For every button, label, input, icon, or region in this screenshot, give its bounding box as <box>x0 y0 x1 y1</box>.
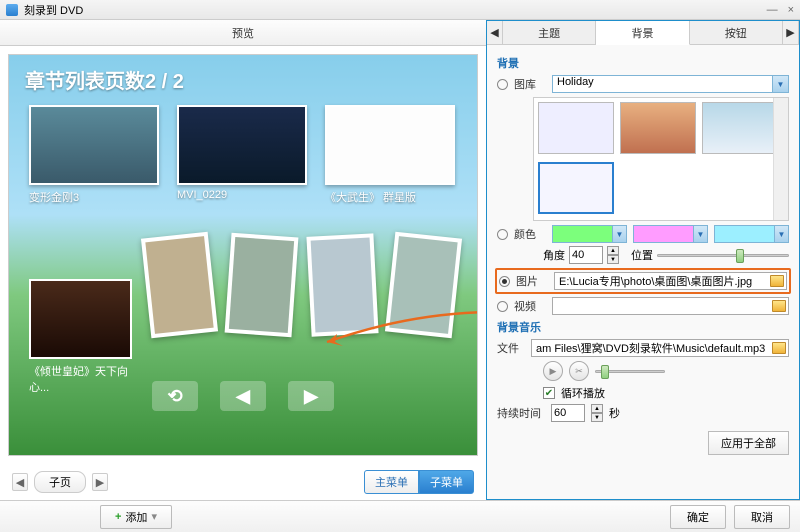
video-path-input[interactable] <box>552 297 789 315</box>
position-slider[interactable] <box>657 248 789 262</box>
angle-down[interactable]: ▼ <box>607 255 619 264</box>
duration-down[interactable]: ▼ <box>591 413 603 422</box>
preview-pane: 章节列表页数2 / 2 变形金刚3 MVI_0229 《大武生》 群星版 《倾世… <box>8 54 478 456</box>
color-label: 颜色 <box>514 226 546 242</box>
minimize-button[interactable]: — <box>767 4 778 16</box>
preview-header: 预览 <box>0 20 486 46</box>
decor-photo <box>141 232 218 338</box>
color-select-1[interactable]: ▼ <box>552 225 627 243</box>
radio-library[interactable] <box>497 79 508 90</box>
tabs-scroll-left[interactable]: ◀ <box>487 21 503 44</box>
video-label: 视频 <box>514 298 546 314</box>
bg-thumb[interactable] <box>620 102 696 154</box>
bg-thumb-selected[interactable] <box>538 162 614 214</box>
scrollbar[interactable] <box>773 98 788 220</box>
chapter-thumb[interactable]: 《大武生》 群星版 <box>325 105 455 205</box>
window-title: 刻录到 DVD <box>24 2 83 18</box>
nav-prev-button[interactable]: ◀ <box>220 381 266 411</box>
folder-icon[interactable] <box>772 342 786 354</box>
music-path-input[interactable]: am Files\狸窝\DVD刻录软件\Music\default.mp3 <box>531 339 789 357</box>
page-title: 章节列表页数2 / 2 <box>25 65 184 94</box>
position-label: 位置 <box>631 247 653 263</box>
play-button[interactable]: ▶ <box>543 361 563 381</box>
trim-button[interactable]: ✂ <box>569 361 589 381</box>
file-label: 文件 <box>497 340 525 356</box>
duration-up[interactable]: ▲ <box>591 404 603 413</box>
image-path-input[interactable]: E:\Lucia专用\photo\桌面图\桌面图片.jpg <box>554 272 787 290</box>
titlebar: 刻录到 DVD — × <box>0 0 800 20</box>
library-select[interactable]: Holiday▼ <box>552 75 789 93</box>
apply-all-button[interactable]: 应用于全部 <box>708 431 789 455</box>
nav-next-button[interactable]: ▶ <box>288 381 334 411</box>
section-music: 背景音乐 <box>497 319 789 335</box>
bg-thumb[interactable] <box>702 102 778 154</box>
radio-color[interactable] <box>497 229 508 240</box>
angle-up[interactable]: ▲ <box>607 246 619 255</box>
tab-main-menu[interactable]: 主菜单 <box>364 470 419 494</box>
loop-label: 循环播放 <box>561 385 605 401</box>
nav-back-button[interactable]: ⟲ <box>152 381 198 411</box>
color-select-2[interactable]: ▼ <box>633 225 708 243</box>
ok-button[interactable]: 确定 <box>670 505 726 529</box>
radio-image[interactable] <box>499 276 510 287</box>
library-thumbnails <box>533 97 789 221</box>
image-label: 图片 <box>516 273 548 289</box>
bg-thumb[interactable] <box>538 102 614 154</box>
chapter-thumb[interactable]: 《倾世皇妃》天下向心... <box>29 279 132 395</box>
volume-slider[interactable] <box>595 364 665 378</box>
right-panel: ◀ 主题 背景 按钮 ▶ 背景 图库 Holiday▼ <box>486 20 800 500</box>
duration-input[interactable] <box>551 404 585 422</box>
subpage-label[interactable]: 子页 <box>34 471 86 493</box>
duration-unit: 秒 <box>609 405 620 421</box>
subpage-prev-button[interactable]: ◀ <box>12 473 28 491</box>
loop-checkbox[interactable]: ✔ <box>543 387 555 399</box>
tabs-scroll-right[interactable]: ▶ <box>783 21 799 44</box>
angle-input[interactable] <box>569 246 603 264</box>
angle-label: 角度 <box>543 247 565 263</box>
tab-background[interactable]: 背景 <box>596 21 689 45</box>
decor-photo <box>385 232 462 338</box>
folder-icon[interactable] <box>770 275 784 287</box>
decor-photo <box>224 233 298 337</box>
close-button[interactable]: × <box>788 4 794 16</box>
add-button[interactable]: +添加▾ <box>100 505 172 529</box>
cancel-button[interactable]: 取消 <box>734 505 790 529</box>
chapter-thumb[interactable]: 变形金刚3 <box>29 105 159 205</box>
subpage-next-button[interactable]: ▶ <box>92 473 108 491</box>
section-background: 背景 <box>497 55 789 71</box>
tab-sub-menu[interactable]: 子菜单 <box>419 470 474 494</box>
radio-video[interactable] <box>497 301 508 312</box>
chapter-thumb[interactable]: MVI_0229 <box>177 105 307 205</box>
plus-icon: + <box>115 511 121 523</box>
library-label: 图库 <box>514 76 546 92</box>
tab-theme[interactable]: 主题 <box>503 21 596 44</box>
tab-button[interactable]: 按钮 <box>690 21 783 44</box>
folder-icon[interactable] <box>772 300 786 312</box>
app-icon <box>6 4 18 16</box>
color-select-3[interactable]: ▼ <box>714 225 789 243</box>
decor-photo <box>306 233 378 336</box>
duration-label: 持续时间 <box>497 405 545 421</box>
chevron-down-icon[interactable]: ▼ <box>772 76 788 92</box>
